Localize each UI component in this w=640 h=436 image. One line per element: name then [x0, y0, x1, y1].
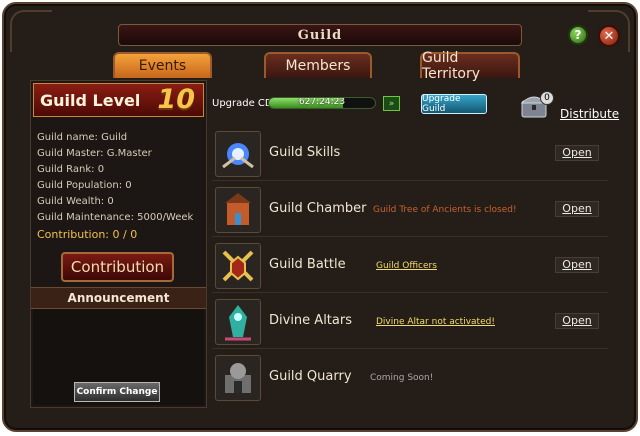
crossed-swords-icon: [215, 243, 261, 289]
distribute-link[interactable]: Distribute: [560, 107, 619, 121]
guild-maintenance-info: Guild Maintenance: 5000/Week: [37, 212, 194, 223]
guild-officers-link[interactable]: Guild Officers: [376, 261, 437, 271]
guild-level-value: 10: [157, 84, 195, 115]
window-title: Guild: [297, 28, 343, 43]
feature-status[interactable]: Divine Altar not activated!: [376, 317, 495, 327]
upgrade-cd-progress-bar: 627:24:23: [268, 97, 376, 109]
help-button[interactable]: ?: [568, 25, 588, 45]
upgrade-cd-label: Upgrade CD: [212, 98, 273, 109]
upgrade-cd-countdown: 627:24:23: [298, 97, 346, 107]
chamber-icon: [215, 187, 261, 233]
feature-name: Guild Chamber: [269, 201, 367, 216]
altar-icon: [215, 299, 261, 345]
skills-orb-icon: [215, 131, 261, 177]
announcement-header: Announcement: [31, 287, 206, 309]
feature-name: Guild Skills: [269, 145, 341, 160]
upgrade-guild-button[interactable]: Upgrade Guild: [421, 94, 487, 114]
feature-row-guild-quarry: Guild Quarry Coming Soon!: [212, 352, 608, 404]
feature-status: Coming Soon!: [370, 373, 434, 383]
feature-row-guild-skills: Guild Skills Open: [212, 128, 608, 181]
guild-master-info: Guild Master: G.Master: [37, 148, 152, 159]
close-icon: ✕: [603, 28, 615, 44]
feature-row-guild-battle: Guild Battle Guild Officers Open: [212, 240, 608, 293]
guild-info-panel: Guild Level 10 Guild name: Guild Guild M…: [30, 80, 207, 408]
chest-count-badge: 0: [540, 91, 554, 105]
tab-guild-territory[interactable]: Guild Territory: [420, 50, 520, 82]
open-guild-skills-button[interactable]: Open: [555, 145, 599, 161]
close-button[interactable]: ✕: [598, 25, 620, 47]
frame-ornament: [10, 10, 52, 52]
guild-name-info: Guild name: Guild: [37, 132, 128, 143]
open-guild-chamber-button[interactable]: Open: [555, 201, 599, 217]
question-mark-icon: ?: [574, 28, 582, 42]
guild-population-info: Guild Population: 0: [37, 180, 132, 191]
contribution-info: Contribution: 0 / 0: [37, 228, 138, 241]
open-guild-battle-button[interactable]: Open: [555, 257, 599, 273]
events-panel: Upgrade CD 627:24:23 » Upgrade Guild 0 D…: [210, 80, 619, 408]
double-arrow-right-icon: »: [388, 98, 395, 109]
guild-level-banner: Guild Level 10: [33, 83, 204, 117]
feature-name: Guild Quarry: [269, 369, 352, 384]
tab-label: Members: [285, 58, 351, 74]
feature-name: Divine Altars: [269, 313, 352, 328]
guild-rank-info: Guild Rank: 0: [37, 164, 105, 175]
feature-row-guild-chamber: Guild Chamber Guild Tree of Ancients is …: [212, 184, 608, 237]
tab-members[interactable]: Members: [264, 52, 372, 78]
tab-label: Events: [138, 58, 187, 74]
guild-level-label: Guild Level: [40, 91, 141, 110]
quarry-icon: [215, 355, 261, 401]
guild-wealth-info: Guild Wealth: 0: [37, 196, 114, 207]
contribution-button[interactable]: Contribution: [61, 252, 174, 282]
open-divine-altars-button[interactable]: Open: [555, 313, 599, 329]
feature-status: Guild Tree of Ancients is closed!: [373, 205, 517, 215]
speed-up-button[interactable]: »: [383, 96, 400, 111]
tab-events[interactable]: Events: [113, 52, 212, 78]
title-bar: Guild: [118, 24, 522, 46]
tab-label: Guild Territory: [422, 50, 481, 82]
feature-row-divine-altars: Divine Altars Divine Altar not activated…: [212, 296, 608, 349]
confirm-change-button[interactable]: Confirm Change: [74, 382, 160, 402]
feature-name: Guild Battle: [269, 257, 346, 272]
